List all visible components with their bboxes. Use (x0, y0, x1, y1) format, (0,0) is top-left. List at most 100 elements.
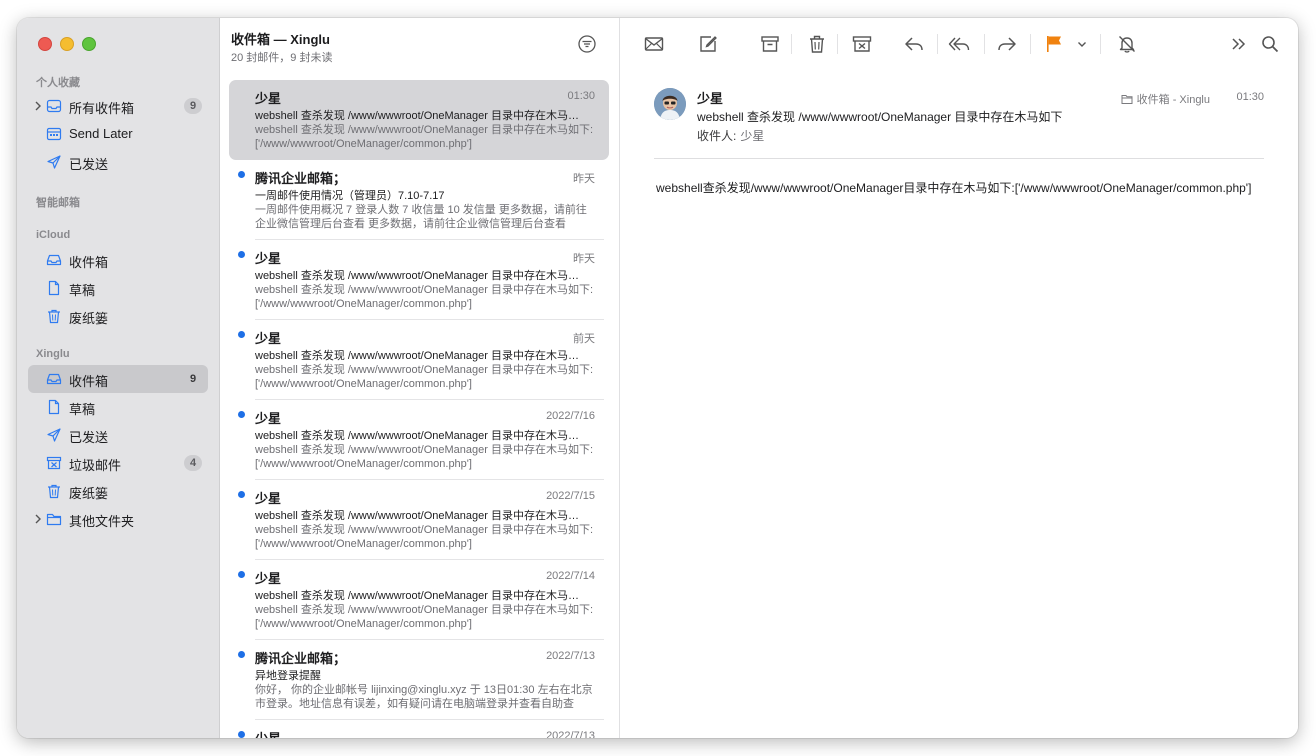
message-sender: 少星 (255, 571, 282, 586)
message-row[interactable]: 少星 01:30 webshell 查杀发现 /www/wwwroot/OneM… (229, 80, 609, 160)
unread-dot (238, 251, 245, 258)
message-mailbox: 收件箱 - Xinglu (1121, 91, 1210, 107)
list-header: 收件箱 — Xinglu 20 封邮件，9 封未读 (231, 29, 332, 65)
sidebar-item-send-later[interactable]: Send Later (28, 120, 208, 148)
message-preview: webshell 查杀发现 /www/wwwroot/OneManager 目录… (255, 364, 594, 390)
sidebar-item-label: 垃圾邮件 (69, 458, 122, 473)
sidebar-item-xinglu-drafts[interactable]: 草稿 (28, 393, 208, 421)
reading-pane: 少星 webshell 查杀发现 /www/wwwroot/OneManager… (620, 18, 1298, 738)
envelope-icon[interactable] (643, 33, 665, 55)
close-window-button[interactable] (38, 37, 52, 51)
toolbar-divider (937, 34, 938, 54)
section-favorites-title: 个人收藏 (36, 77, 80, 89)
zoom-window-button[interactable] (82, 37, 96, 51)
folder-icon (46, 513, 62, 526)
sidebar-item-other-folders[interactable]: 其他文件夹 (28, 505, 208, 533)
window-controls (38, 37, 96, 51)
compose-icon[interactable] (697, 33, 719, 55)
sidebar-item-label: 所有收件箱 (69, 101, 135, 116)
more-icon[interactable] (1228, 33, 1250, 55)
unread-dot (238, 491, 245, 498)
message-recipient: 收件人: 少星 (697, 127, 764, 144)
sidebar-item-xinglu-junk[interactable]: 垃圾邮件 4 (28, 449, 208, 477)
message-row[interactable]: 少星 2022/7/16 webshell 查杀发现 /www/wwwroot/… (229, 400, 609, 480)
message-date: 2022/7/15 (546, 490, 595, 502)
chevron-right-icon[interactable] (33, 99, 43, 113)
message-preview: webshell 查杀发现 /www/wwwroot/OneManager 目录… (255, 604, 594, 630)
minimize-window-button[interactable] (60, 37, 74, 51)
message-date: 2022/7/13 (546, 650, 595, 662)
message-row[interactable]: 腾讯企业邮箱； 2022/7/13 异地登录提醒 你好， 你的企业邮帐号 lij… (229, 640, 609, 720)
avatar-image (654, 88, 686, 120)
sidebar-item-label: 废纸篓 (69, 311, 109, 326)
mute-icon[interactable] (1116, 33, 1138, 55)
reply-all-icon[interactable] (948, 33, 970, 55)
message-date: 昨天 (573, 253, 595, 265)
sidebar-item-label: Send Later (69, 126, 133, 141)
unread-dot (238, 651, 245, 658)
unread-count-badge: 9 (184, 98, 202, 114)
tray-icon (46, 99, 62, 113)
archive-icon[interactable] (759, 33, 781, 55)
message-row[interactable]: 少星 2022/7/14 webshell 查杀发现 /www/wwwroot/… (229, 560, 609, 640)
sidebar-item-sent[interactable]: 已发送 (28, 148, 208, 176)
reply-icon[interactable] (903, 33, 925, 55)
unread-count-badge: 9 (189, 373, 197, 385)
message-date: 2022/7/16 (546, 410, 595, 422)
section-icloud-title: iCloud (36, 229, 71, 241)
message-row[interactable]: 腾讯企业邮箱； 昨天 一周邮件使用情况（管理员）7.10-7.17 一周邮件使用… (229, 160, 609, 240)
message-date: 前天 (573, 333, 595, 345)
message-row[interactable]: 少星 昨天 webshell 查杀发现 /www/wwwroot/OneMana… (229, 240, 609, 320)
sidebar-item-icloud-drafts[interactable]: 草稿 (28, 274, 208, 302)
mail-window: 个人收藏 所有收件箱 9 Send Later 已发送 智能邮箱 iCloud … (17, 18, 1298, 738)
flag-icon[interactable] (1043, 33, 1065, 55)
message-subject: webshell 查杀发现 /www/wwwroot/OneManager 目录… (255, 110, 585, 122)
chevron-down-icon[interactable] (1075, 33, 1089, 55)
tray-icon (46, 373, 62, 385)
paperplane-icon (47, 155, 61, 169)
message-row[interactable]: 少星 2022/7/15 webshell 查杀发现 /www/wwwroot/… (229, 480, 609, 560)
message-sender: 少星 (255, 331, 282, 346)
sidebar-item-label: 草稿 (69, 283, 96, 298)
sidebar-item-icloud-inbox[interactable]: 收件箱 (28, 246, 208, 274)
search-icon[interactable] (1259, 33, 1281, 55)
message-sender: 少星 (255, 491, 282, 506)
message-row[interactable]: 少星 前天 webshell 查杀发现 /www/wwwroot/OneMana… (229, 320, 609, 400)
filter-icon[interactable] (577, 34, 597, 54)
message-sender: 腾讯企业邮箱； (255, 171, 347, 186)
recipient-value[interactable]: 少星 (740, 129, 764, 143)
mailbox-title: 收件箱 — Xinglu (231, 32, 330, 47)
sidebar-item-icloud-trash[interactable]: 废纸篓 (28, 302, 208, 330)
mailbox-name: 收件箱 - Xinglu (1136, 94, 1210, 106)
message-list: 收件箱 — Xinglu 20 封邮件，9 封未读 少星 01:30 websh… (220, 18, 620, 738)
junk-icon (46, 456, 62, 470)
unread-dot (238, 331, 245, 338)
message-sender: 少星 (255, 411, 282, 426)
unread-dot (238, 731, 245, 738)
message-sender: 腾讯企业邮箱； (255, 651, 347, 666)
message-time: 01:30 (1236, 91, 1264, 103)
toolbar-divider (791, 34, 792, 54)
trash-icon[interactable] (806, 33, 828, 55)
forward-icon[interactable] (996, 33, 1018, 55)
message-from[interactable]: 少星 (697, 88, 723, 107)
message-subject: webshell 查杀发现 /www/wwwroot/OneManager 目录… (255, 350, 585, 362)
message-body: webshell查杀发现/www/wwwroot/OneManager目录中存在… (656, 181, 1252, 195)
message-preview: 一周邮件使用概况 7 登录人数 7 收信量 10 发信量 更多数据，请前往企业微… (255, 204, 587, 230)
junk-icon[interactable] (851, 33, 873, 55)
sidebar-item-xinglu-inbox[interactable]: 收件箱 9 (28, 365, 208, 393)
message-subject: webshell 查杀发现 /www/wwwroot/OneManager 目录… (255, 510, 585, 522)
calendar-icon (46, 127, 62, 141)
chevron-right-icon[interactable] (33, 512, 43, 526)
message-row[interactable]: 少星 2022/7/13 (229, 720, 609, 738)
sidebar-item-all-inboxes[interactable]: 所有收件箱 9 (28, 92, 208, 120)
toolbar-divider (1100, 34, 1101, 54)
sidebar-item-xinglu-sent[interactable]: 已发送 (28, 421, 208, 449)
message-preview: webshell 查杀发现 /www/wwwroot/OneManager 目录… (255, 444, 594, 470)
sidebar-item-label: 其他文件夹 (69, 514, 135, 529)
message-date: 2022/7/13 (546, 730, 595, 738)
avatar (654, 88, 686, 120)
sidebar-item-xinglu-trash[interactable]: 废纸篓 (28, 477, 208, 505)
message-date: 2022/7/14 (546, 570, 595, 582)
unread-dot (238, 411, 245, 418)
